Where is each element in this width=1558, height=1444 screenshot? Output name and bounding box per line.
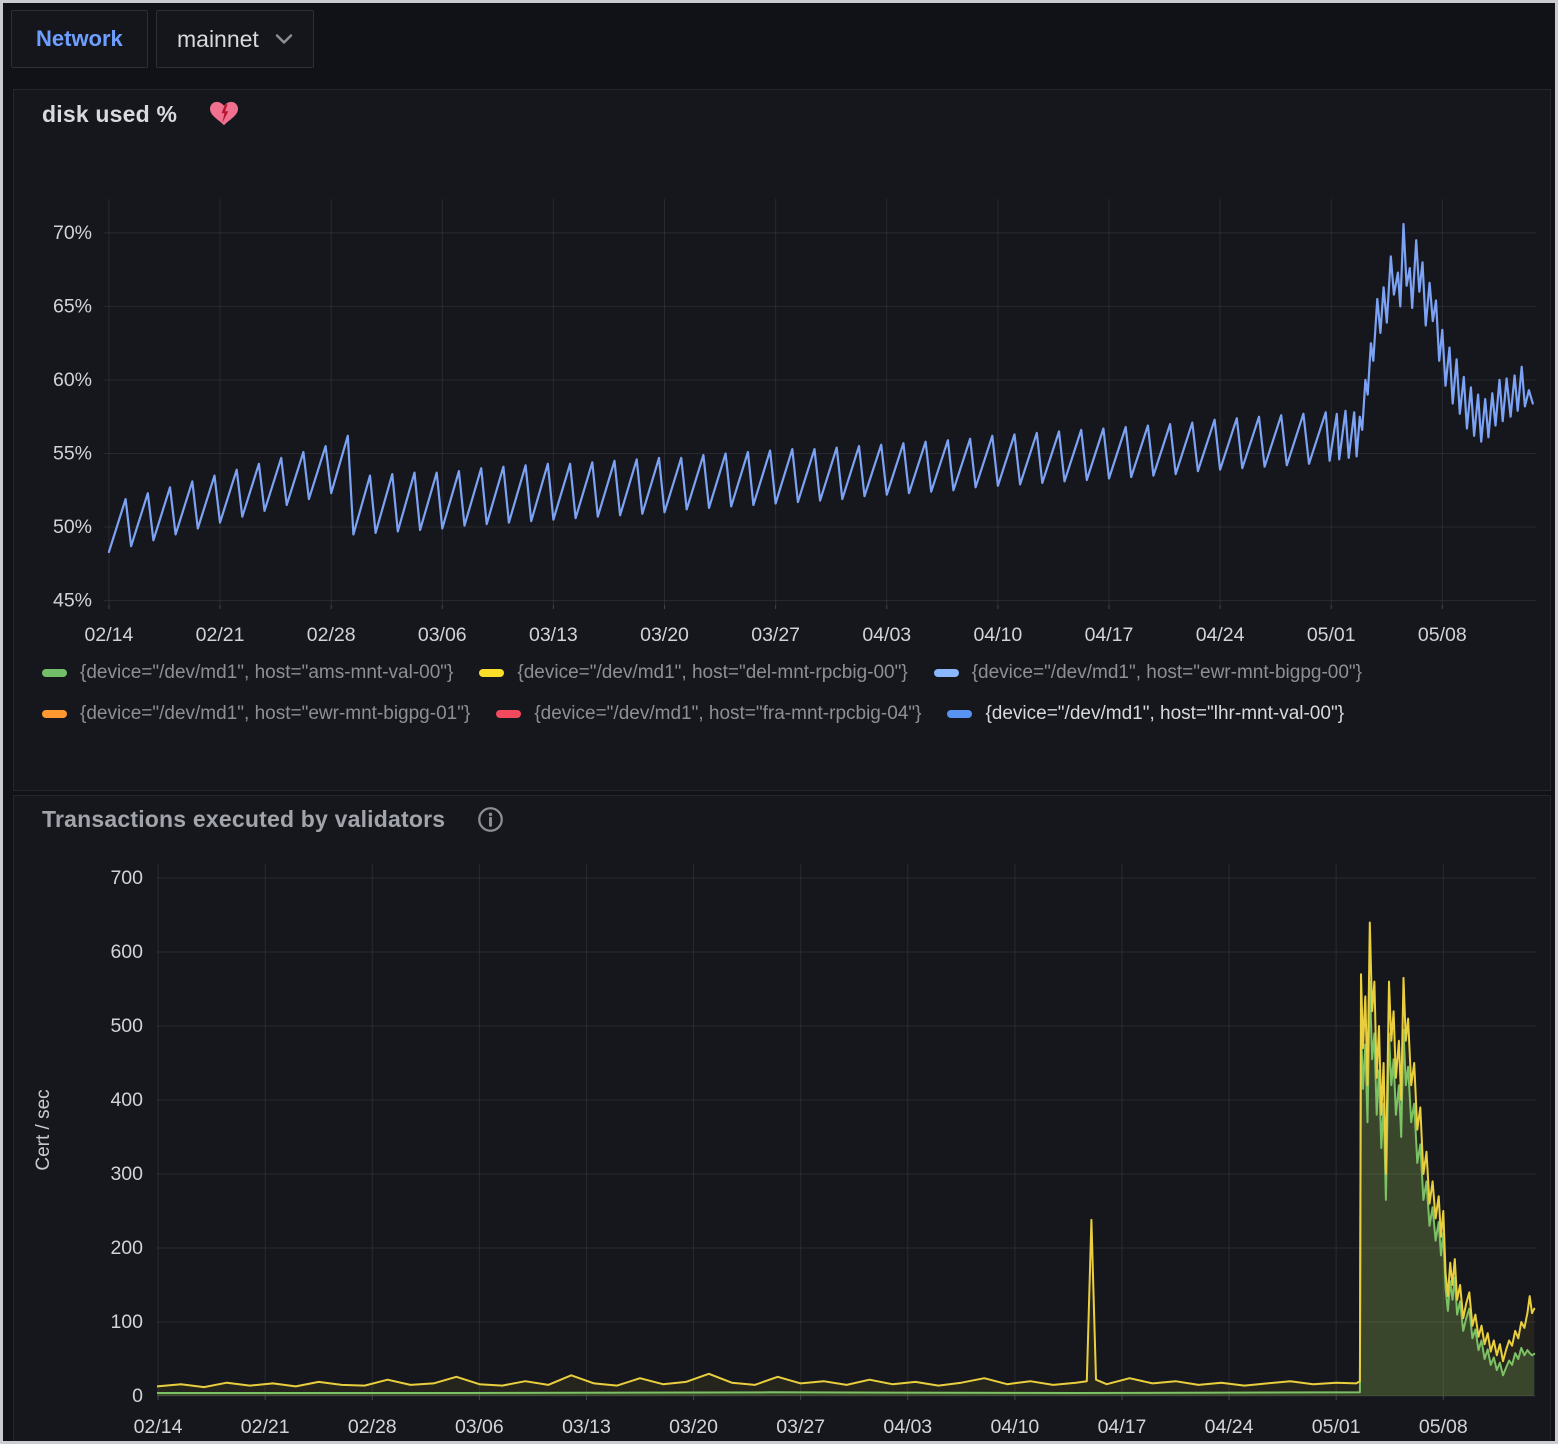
broken-heart-icon[interactable] bbox=[209, 100, 239, 128]
legend-swatch bbox=[42, 669, 67, 677]
legend-item-0[interactable]: {device="/dev/md1", host="ams-mnt-val-00… bbox=[42, 662, 453, 684]
legend-label: {device="/dev/md1", host="ewr-mnt-bigpg-… bbox=[972, 662, 1362, 684]
svg-text:03/27: 03/27 bbox=[776, 1416, 825, 1438]
svg-text:04/24: 04/24 bbox=[1196, 624, 1245, 646]
svg-text:02/28: 02/28 bbox=[307, 624, 356, 646]
svg-text:05/01: 05/01 bbox=[1307, 624, 1356, 646]
legend-item-1[interactable]: {device="/dev/md1", host="del-mnt-rpcbig… bbox=[479, 662, 907, 684]
svg-text:03/13: 03/13 bbox=[529, 624, 578, 646]
legend-swatch bbox=[496, 710, 521, 718]
svg-text:04/10: 04/10 bbox=[990, 1416, 1039, 1438]
legend-swatch bbox=[42, 710, 67, 718]
chevron-down-icon bbox=[275, 33, 293, 45]
legend-swatch bbox=[479, 669, 504, 677]
svg-text:70%: 70% bbox=[53, 222, 92, 244]
legend-label: {device="/dev/md1", host="del-mnt-rpcbig… bbox=[517, 662, 907, 684]
legend-swatch bbox=[934, 669, 959, 677]
legend-item-3[interactable]: {device="/dev/md1", host="ewr-mnt-bigpg-… bbox=[42, 703, 470, 725]
legend-label: {device="/dev/md1", host="lhr-mnt-val-00… bbox=[985, 703, 1344, 725]
variable-label-text: Network bbox=[36, 26, 123, 52]
variable-label-network: Network bbox=[11, 10, 148, 68]
svg-text:04/24: 04/24 bbox=[1205, 1416, 1254, 1438]
svg-text:03/20: 03/20 bbox=[669, 1416, 718, 1438]
svg-text:02/28: 02/28 bbox=[348, 1416, 397, 1438]
legend-label: {device="/dev/md1", host="ewr-mnt-bigpg-… bbox=[80, 703, 470, 725]
panel-disk-used: disk used % 45% 50% 55% 60% 65% 70% 02/14 02/21… bbox=[13, 89, 1551, 791]
legend-item-2[interactable]: {device="/dev/md1", host="ewr-mnt-bigpg-… bbox=[934, 662, 1362, 684]
svg-text:300: 300 bbox=[110, 1163, 143, 1185]
svg-text:02/14: 02/14 bbox=[85, 624, 134, 646]
svg-text:04/17: 04/17 bbox=[1098, 1416, 1147, 1438]
svg-text:04/10: 04/10 bbox=[973, 624, 1022, 646]
svg-text:04/17: 04/17 bbox=[1085, 624, 1134, 646]
panel-title-disk-used[interactable]: disk used % bbox=[42, 101, 177, 128]
svg-text:55%: 55% bbox=[53, 442, 92, 464]
legend-item-4[interactable]: {device="/dev/md1", host="fra-mnt-rpcbig… bbox=[496, 703, 921, 725]
svg-text:03/06: 03/06 bbox=[455, 1416, 504, 1438]
svg-text:05/08: 05/08 bbox=[1419, 1416, 1468, 1438]
svg-text:60%: 60% bbox=[53, 369, 92, 391]
network-dropdown[interactable]: mainnet bbox=[156, 10, 314, 68]
svg-text:03/20: 03/20 bbox=[640, 624, 689, 646]
svg-text:700: 700 bbox=[110, 867, 143, 889]
legend-label: {device="/dev/md1", host="ams-mnt-val-00… bbox=[80, 662, 453, 684]
svg-text:04/03: 04/03 bbox=[883, 1416, 932, 1438]
svg-text:03/13: 03/13 bbox=[562, 1416, 611, 1438]
svg-text:200: 200 bbox=[110, 1237, 143, 1259]
svg-text:100: 100 bbox=[110, 1311, 143, 1333]
legend-label: {device="/dev/md1", host="fra-mnt-rpcbig… bbox=[534, 703, 921, 725]
svg-text:400: 400 bbox=[110, 1089, 143, 1111]
dashboard-variables-bar: Network mainnet bbox=[3, 3, 1555, 83]
legend-swatch bbox=[947, 710, 972, 718]
svg-text:0: 0 bbox=[132, 1385, 143, 1407]
legend-item-5[interactable]: {device="/dev/md1", host="lhr-mnt-val-00… bbox=[947, 703, 1344, 725]
svg-text:03/06: 03/06 bbox=[418, 624, 467, 646]
svg-text:65%: 65% bbox=[53, 295, 92, 317]
panel-title-transactions[interactable]: Transactions executed by validators bbox=[42, 806, 445, 833]
svg-text:04/03: 04/03 bbox=[862, 624, 911, 646]
info-circle-icon[interactable] bbox=[477, 806, 504, 833]
svg-text:05/08: 05/08 bbox=[1418, 624, 1467, 646]
svg-text:03/27: 03/27 bbox=[751, 624, 800, 646]
tps-y-axis-title: Cert / sec bbox=[33, 1089, 55, 1170]
svg-text:05/01: 05/01 bbox=[1312, 1416, 1361, 1438]
grafana-dashboard: Network mainnet disk used % 45% 50% 55% 60%… bbox=[0, 0, 1558, 1444]
svg-text:02/21: 02/21 bbox=[241, 1416, 290, 1438]
svg-text:02/21: 02/21 bbox=[196, 624, 245, 646]
disk-used-legend: {device="/dev/md1", host="ams-mnt-val-00… bbox=[42, 662, 1534, 725]
validator-tps-svg: 0 100 200 300 400 500 600 700 02/14 02/21 02/28 03/… bbox=[14, 796, 1552, 1444]
network-dropdown-value: mainnet bbox=[177, 26, 259, 53]
transactions-chart[interactable]: 0 100 200 300 400 500 600 700 02/14 02/21 02/28 03/… bbox=[14, 796, 1552, 1444]
svg-text:50%: 50% bbox=[53, 516, 92, 538]
svg-text:600: 600 bbox=[110, 941, 143, 963]
svg-text:500: 500 bbox=[110, 1015, 143, 1037]
svg-text:45%: 45% bbox=[53, 590, 92, 612]
svg-text:02/14: 02/14 bbox=[134, 1416, 183, 1438]
panel-transactions: Transactions executed by validators Cert… bbox=[13, 795, 1551, 1444]
